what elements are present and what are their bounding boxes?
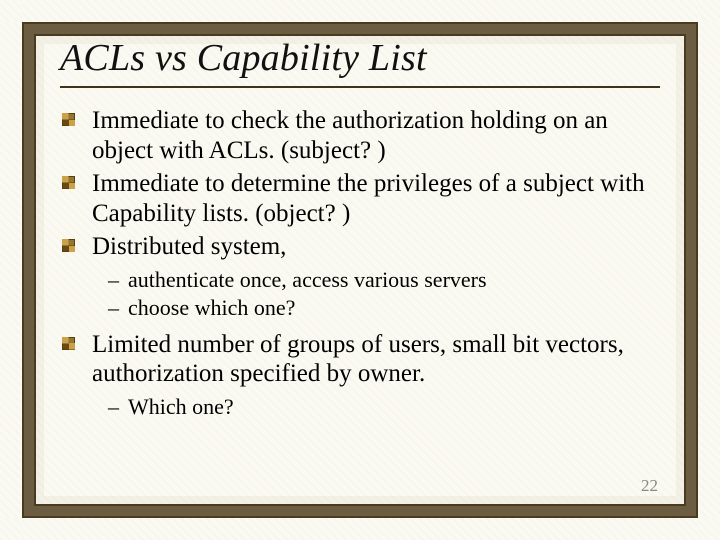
sub-bullet-item: Which one? — [114, 393, 660, 421]
sub-bullet-list: authenticate once, access various server… — [92, 266, 660, 322]
sub-bullet-item: authenticate once, access various server… — [114, 266, 660, 294]
bullet-item: Immediate to determine the privileges of… — [86, 169, 660, 228]
bullet-item: Distributed system, authenticate once, a… — [86, 232, 660, 322]
slide-title: ACLs vs Capability List — [60, 36, 660, 80]
bullet-item: Immediate to check the authorization hol… — [86, 106, 660, 165]
sub-bullet-list: Which one? — [92, 393, 660, 421]
bullet-text: Limited number of groups of users, small… — [92, 331, 624, 388]
slide: ACLs vs Capability List Immediate to che… — [0, 0, 720, 540]
sub-bullet-item: choose which one? — [114, 294, 660, 322]
title-underline — [60, 86, 660, 88]
bullet-list: Immediate to check the authorization hol… — [60, 106, 660, 421]
page-number: 22 — [641, 476, 658, 496]
bullet-text: Distributed system, — [92, 233, 286, 260]
bullet-item: Limited number of groups of users, small… — [86, 330, 660, 421]
